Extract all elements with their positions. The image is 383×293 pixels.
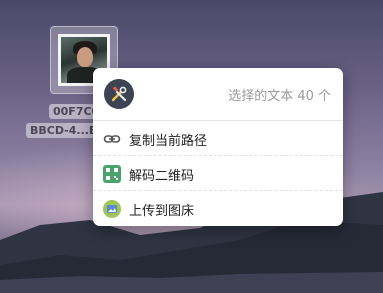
menu-item-label: 上传到图床 (129, 204, 195, 219)
link-icon (103, 135, 121, 143)
tools-app-icon (104, 79, 134, 109)
menu-item-label: 复制当前路径 (129, 134, 208, 149)
menu-item-upload-image[interactable]: 上传到图床 (93, 191, 343, 226)
context-menu: 选择的文本 40 个 复制当前路径 解码二维码 上传到图床 (93, 68, 343, 226)
context-menu-header: 选择的文本 40 个 (93, 68, 343, 121)
upload-image-icon (103, 200, 121, 218)
menu-item-copy-path[interactable]: 复制当前路径 (93, 121, 343, 156)
file-name-line2: BBCD-4...E (26, 123, 101, 138)
menu-item-decode-qr[interactable]: 解码二维码 (93, 156, 343, 191)
menu-item-label: 解码二维码 (129, 169, 195, 184)
qr-code-icon (103, 165, 121, 183)
selected-text-count: 选择的文本 40 个 (228, 89, 331, 104)
